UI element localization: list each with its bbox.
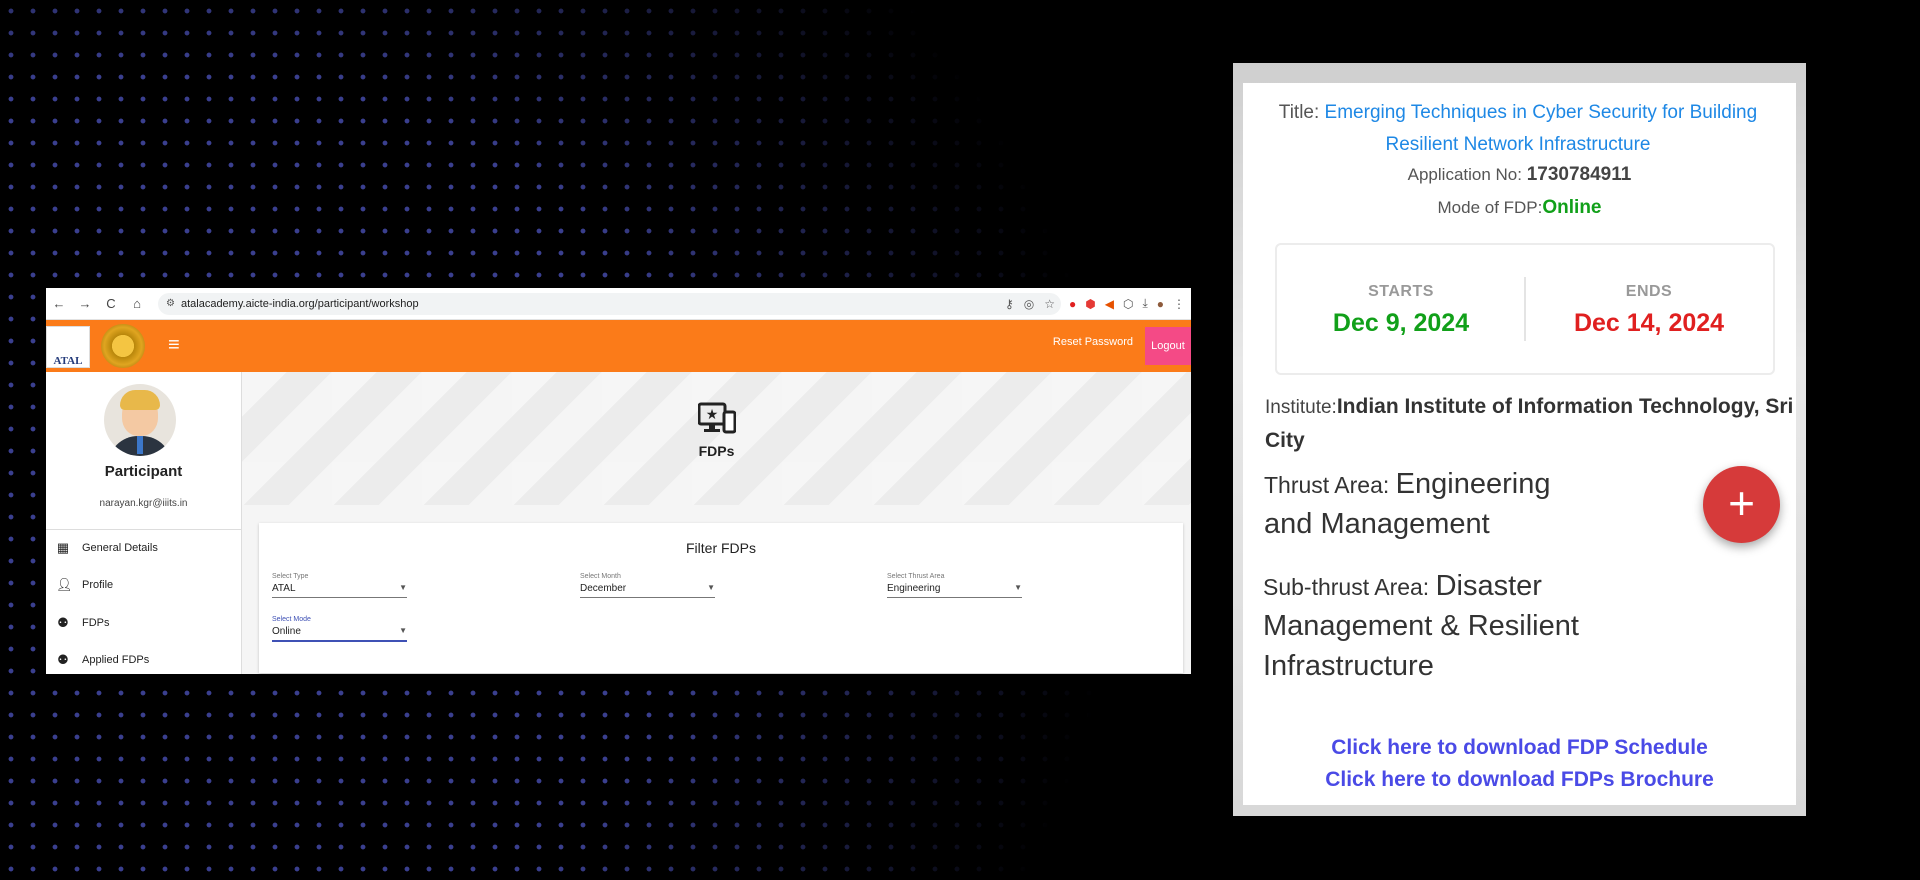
svg-text:★: ★ [705,407,718,423]
sidebar-item-profile[interactable]: 👤︎ Profile [56,577,113,593]
puzzle-icon[interactable]: ⬡ [1123,297,1133,311]
atal-logo-text: ATAL [53,355,83,367]
back-icon[interactable]: ← [46,296,72,311]
eye-off-icon[interactable]: ◎ [1024,297,1034,311]
dates-box: STARTS Dec 9, 2024 ENDS Dec 14, 2024 [1275,243,1775,375]
sidebar-divider [46,529,241,530]
hero-banner: ★ FDPs [242,372,1191,505]
caret-down-icon: ▼ [399,626,407,635]
select-type-label: Select Type [272,573,309,580]
institute-value: Indian Institute of Information Technolo… [1265,395,1794,452]
logout-button[interactable]: Logout [1145,327,1191,365]
start-date-column: STARTS Dec 9, 2024 [1277,245,1525,373]
caret-down-icon: ▼ [399,583,407,592]
user-role: Participant [104,463,183,480]
hamburger-menu-icon[interactable]: ≡ [168,334,180,357]
thrust-area-label: Thrust Area: [1264,472,1390,498]
fdp-mode-value: Online [1542,197,1602,218]
dashboard-icon: ▦ [56,540,70,555]
filter-card: Filter FDPs Select Type ATAL ▼ Select Mon… [259,523,1183,673]
select-thrust-area-field[interactable]: Select Thrust Area Engineering ▼ [887,573,1022,598]
application-value: 1730784911 [1526,164,1632,185]
download-schedule-link[interactable]: Click here to download FDP Schedule [1243,736,1796,760]
reset-password-link[interactable]: Reset Password [1053,336,1133,348]
monitor-star-icon: ★ [697,402,736,441]
select-type-field[interactable]: Select Type ATAL ▼ [272,573,407,598]
site-info-icon[interactable]: ⚙ [166,298,175,309]
select-type-value: ATAL [272,583,296,594]
select-mode-label: Select Mode [272,616,311,623]
select-month-label: Select Month [580,573,621,580]
select-mode-value: Online [272,626,301,637]
thrust-area: Thrust Area: Engineering and Management [1264,465,1604,545]
adblock-icon[interactable]: ⬢ [1085,297,1095,311]
fdp-title: Title: Emerging Techniques in Cyber Secu… [1263,97,1773,161]
select-thrust-area-label: Select Thrust Area [887,573,945,580]
person-icon: 👤︎ [56,577,73,592]
end-date: Dec 14, 2024 [1573,309,1725,337]
browser-toolbar: ← → C ⌂ ⚙ atalacademy.aicte-india.org/pa… [46,288,1191,320]
fdp-mode: Mode of FDP:Online [1243,197,1796,219]
institute-label: Institute: [1265,397,1337,418]
download-brochure-link[interactable]: Click here to download FDPs Brochure [1243,768,1796,792]
sidebar-item-label: FDPs [82,617,110,629]
select-month-field[interactable]: Select Month December ▼ [580,573,715,598]
sidebar-item-fdps[interactable]: ⚉ FDPs [56,615,110,631]
sidebar-item-applied-fdps[interactable]: ⚉ Applied FDPs [56,652,149,668]
page-title: FDPs [698,443,735,459]
starts-label: STARTS [1368,283,1434,300]
user-email: narayan.kgr@iiits.in [99,498,188,509]
sub-thrust-area: Sub-thrust Area: Disaster Management & R… [1263,567,1603,687]
atal-logo: ATAL [46,326,90,368]
fdp-card: Title: Emerging Techniques in Cyber Secu… [1243,83,1796,805]
menu-dots-icon[interactable]: ⋮ [1173,297,1185,311]
star-icon[interactable]: ☆ [1044,297,1055,311]
reload-icon[interactable]: C [98,296,124,311]
caret-down-icon: ▼ [1014,583,1022,592]
app-header: ATAL ≡ Reset Password Logout [46,320,1191,372]
select-thrust-area-value: Engineering [887,583,941,594]
ends-label: ENDS [1625,283,1673,300]
fdp-mode-label: Mode of FDP: [1437,198,1543,217]
end-date-column: ENDS Dec 14, 2024 [1525,245,1773,373]
application-number: Application No: 1730784911 [1243,164,1796,186]
select-month-value: December [580,583,627,594]
browser-window: ← → C ⌂ ⚙ atalacademy.aicte-india.org/pa… [46,288,1191,674]
fdp-title-label: Title: [1278,102,1320,123]
url-text: atalacademy.aicte-india.org/participant/… [180,297,419,310]
forward-icon[interactable]: → [72,296,98,311]
filter-title: Filter FDPs [686,540,756,556]
aicte-logo [101,324,145,368]
sidebar-item-label: Applied FDPs [82,654,150,666]
avatar [104,384,176,456]
zoomed-fdp-card-frame: Title: Emerging Techniques in Cyber Secu… [1233,63,1806,816]
sidebar-item-general-details[interactable]: ▦ General Details [56,540,158,556]
application-label: Application No: [1407,165,1522,184]
home-icon[interactable]: ⌂ [124,296,150,311]
megaphone-icon[interactable]: ◀ [1105,297,1114,311]
workshop-icon: ⚉ [57,615,69,630]
key-icon[interactable]: ⚷ [1005,297,1014,311]
sidebar-item-label: General Details [82,542,158,554]
sidebar: Participant narayan.kgr@iiits.in ▦ Gener… [46,372,242,674]
start-date: Dec 9, 2024 [1332,309,1470,337]
main-content: ★ FDPs Filter FDPs Select Type ATAL ▼ Sel… [242,372,1191,674]
select-mode-field[interactable]: Select Mode Online ▼ [272,616,407,642]
sidebar-item-label: Profile [82,579,114,591]
workshop-icon: ⚉ [57,652,69,667]
extension-red-icon[interactable]: ● [1069,297,1076,311]
institute: Institute:Indian Institute of Informatio… [1265,390,1796,458]
profile-avatar-icon[interactable]: ● [1157,297,1164,311]
extensions-area: ● ⬢ ◀ ⬡ ⤓ ● ⋮ [1069,296,1185,311]
download-icon[interactable]: ⤓ [1142,296,1147,311]
address-bar[interactable]: ⚙ atalacademy.aicte-india.org/participan… [158,292,1061,315]
caret-down-icon: ▼ [707,583,715,592]
apply-fab-button[interactable]: + [1703,466,1780,543]
sub-thrust-area-label: Sub-thrust Area: [1263,574,1430,600]
fdp-title-text: Emerging Techniques in Cyber Security fo… [1324,102,1758,155]
